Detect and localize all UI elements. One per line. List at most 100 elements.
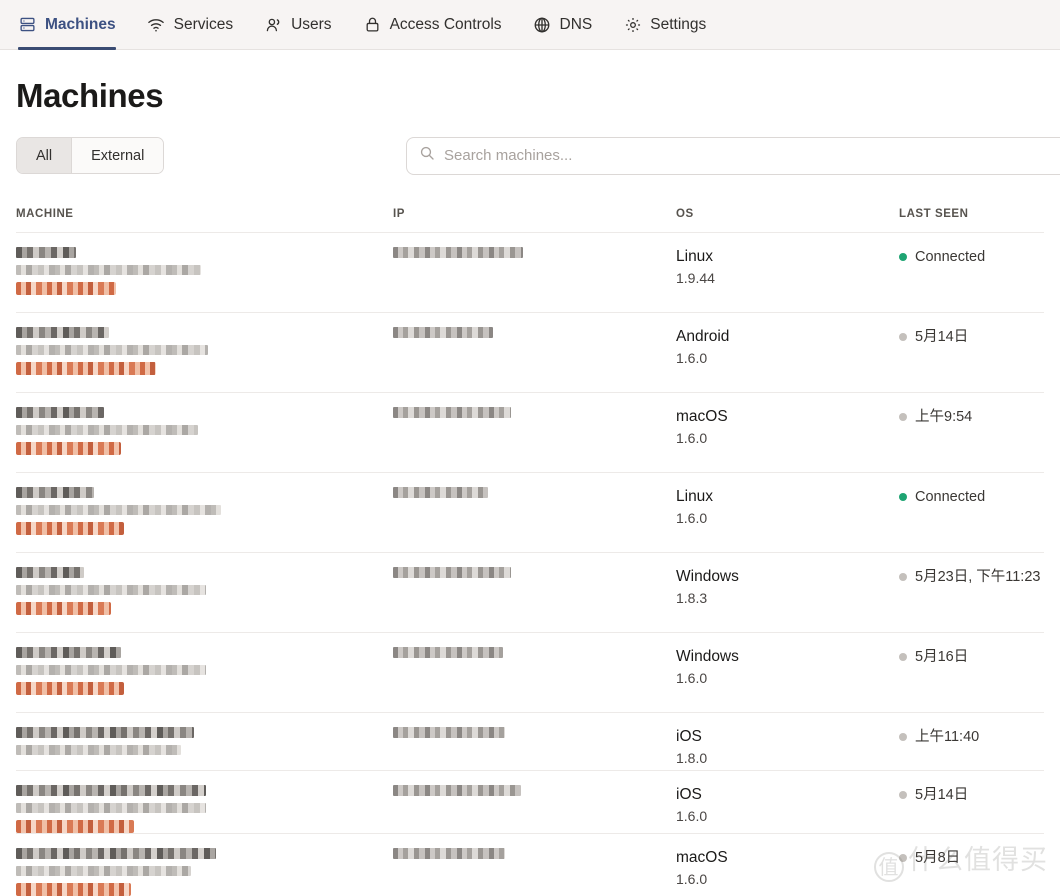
status-dot-icon [899,413,907,421]
table-row[interactable]: macOS 1.6.0 上午9:54 [16,392,1044,472]
table-row[interactable]: iOS 1.8.0 上午11:40 [16,712,1044,770]
app-root: Machines Services Users Access Controls … [0,0,1060,896]
cell-machine [16,567,393,615]
search-machines-box[interactable] [406,136,1060,175]
table-row[interactable]: iOS 1.6.0 5月14日 [16,770,1044,833]
table-row[interactable]: Android 1.6.0 5月14日 [16,312,1044,392]
status-badge: 5月16日 [899,647,1044,667]
primary-navigation: Machines Services Users Access Controls … [0,0,1060,50]
cell-ip [393,487,676,505]
machine-subtitle-redacted [16,866,191,876]
machine-tag-redacted [16,362,156,375]
table-header-row: MACHINE IP OS LAST SEEN [16,208,1044,232]
cell-last-seen: 5月14日 [899,327,1044,347]
search-input[interactable] [444,137,1060,174]
machine-name-redacted [16,727,194,738]
table-row[interactable]: macOS 1.6.0 5月8日 [16,833,1044,896]
status-dot-icon [899,573,907,581]
machine-subtitle-redacted [16,425,198,435]
filter-option-all[interactable]: All [17,138,72,173]
nav-tab-users[interactable]: Users [264,0,346,49]
cell-os: Windows 1.6.0 [676,647,899,688]
status-dot-icon [899,493,907,501]
machine-subtitle-redacted [16,665,206,675]
cell-machine [16,848,393,896]
column-header-last-seen: LAST SEEN [899,208,969,220]
cell-os: Linux 1.9.44 [676,247,899,288]
os-version: 1.9.44 [676,270,715,286]
last-seen-text: Connected [915,249,986,265]
page-title: Machines [16,77,164,114]
status-badge: 5月8日 [899,848,1044,868]
nav-tab-label: Settings [650,15,707,33]
page-content: Machines All External Search machines...… [0,77,1060,896]
cell-machine [16,407,393,455]
cell-machine [16,487,393,535]
cell-machine [16,647,393,695]
filters-and-search-row: All External [16,136,1060,175]
table-row[interactable]: Windows 1.8.3 5月23日, 下午11:23 [16,552,1044,632]
status-dot-icon [899,854,907,862]
os-name: Android [676,328,730,345]
search-icon [419,145,435,166]
last-seen-text: 上午9:54 [915,409,973,425]
cell-machine [16,785,393,833]
table-body: Linux 1.9.44 Connected Android 1.6.0 5月14日 mac… [16,232,1044,896]
last-seen-text: 5月14日 [915,329,969,345]
nav-tab-settings[interactable]: Settings [623,0,721,49]
machine-subtitle-redacted [16,345,208,355]
os-version: 1.6.0 [676,808,708,824]
last-seen-text: 5月14日 [915,787,969,803]
os-name: macOS [676,849,728,866]
nav-tab-access-controls[interactable]: Access Controls [363,0,517,49]
ip-address-redacted [393,567,511,578]
cell-machine [16,247,393,295]
status-dot-icon [899,733,907,741]
machine-name-redacted [16,487,94,498]
nav-tab-dns[interactable]: DNS [533,0,608,49]
machine-tag-redacted [16,282,116,295]
cell-machine [16,727,393,762]
cell-last-seen: 5月8日 [899,848,1044,868]
machine-name-redacted [16,647,121,658]
machine-tag-redacted [16,522,124,535]
status-badge: 5月14日 [899,785,1044,805]
nav-tab-machines[interactable]: Machines [17,0,131,50]
machines-table: MACHINE IP OS LAST SEEN Linux 1.9.44 Conne… [16,208,1044,896]
machine-name-redacted [16,567,84,578]
cell-os: iOS 1.8.0 [676,727,899,768]
scope-filter-segmented-control: All External [16,137,165,174]
table-row[interactable]: Linux 1.9.44 Connected [16,232,1044,312]
status-dot-icon [899,653,907,661]
status-dot-icon [899,333,907,341]
table-row[interactable]: Windows 1.6.0 5月16日 [16,632,1044,712]
cell-last-seen: 5月23日, 下午11:23 [899,567,1044,587]
filter-option-external[interactable]: External [71,138,164,173]
ip-address-redacted [393,647,503,658]
os-version: 1.6.0 [676,350,708,366]
machine-tag-redacted [16,442,121,455]
gear-icon [623,15,642,34]
status-badge: 5月23日, 下午11:23 [899,567,1044,587]
machine-subtitle-redacted [16,803,206,813]
cell-last-seen: 5月14日 [899,785,1044,805]
ip-address-redacted [393,407,511,418]
os-name: iOS [676,786,702,803]
nav-tab-label: Users [291,15,332,33]
ip-address-redacted [393,785,521,796]
cell-os: Android 1.6.0 [676,327,899,368]
ip-address-redacted [393,327,493,338]
status-badge: 上午11:40 [899,727,1044,747]
column-header-os: OS [676,208,694,220]
nav-tab-services[interactable]: Services [147,0,248,49]
status-badge: 5月14日 [899,327,1044,347]
cell-last-seen: 上午11:40 [899,727,1044,747]
table-row[interactable]: Linux 1.6.0 Connected [16,472,1044,552]
lock-icon [363,15,382,34]
cell-ip [393,727,676,745]
os-version: 1.8.0 [676,750,708,766]
last-seen-text: 上午11:40 [915,729,980,745]
machine-name-redacted [16,785,206,796]
cell-last-seen: Connected [899,247,1044,267]
column-header-machine: MACHINE [16,208,74,220]
